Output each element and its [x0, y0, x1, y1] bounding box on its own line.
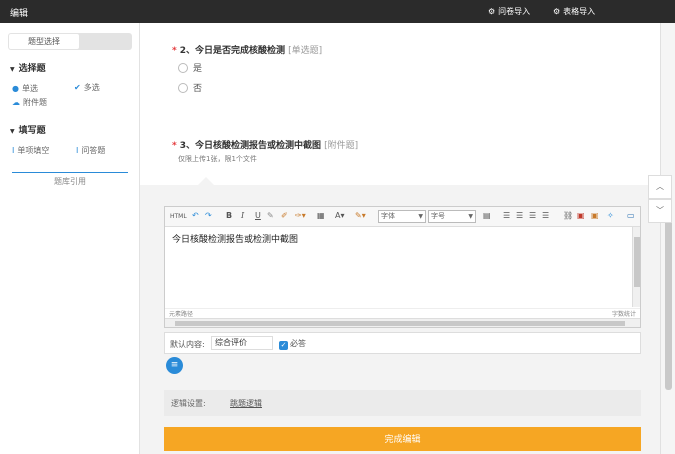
dropdown-arrow-icon: ▼ — [418, 213, 423, 220]
import-question-button[interactable]: ⚙ 问卷导入 — [488, 6, 530, 17]
align-right-icon[interactable]: ☰ — [529, 211, 536, 220]
chevron-down-icon: ﹀ — [656, 206, 664, 215]
scrollbar-thumb[interactable] — [634, 237, 640, 287]
attachment-icon[interactable]: ✧ — [607, 211, 614, 220]
database-icon[interactable]: ≡ — [166, 357, 183, 374]
eraser-icon[interactable]: ✎ — [267, 211, 274, 220]
question-type-label: [单选题] — [288, 46, 323, 56]
html-source-icon[interactable]: HTML — [170, 213, 187, 220]
redo-icon[interactable]: ↷ — [205, 211, 212, 220]
option-no[interactable]: 否 — [178, 81, 202, 94]
top-bar: 编辑 ⚙ 问卷导入 ⚙ 表格导入 — [0, 0, 675, 23]
paragraph-icon[interactable]: ▤ — [483, 211, 491, 220]
sidebar-tabs: 题型选择 — [8, 33, 132, 50]
sidebar-divider — [12, 172, 128, 173]
radio-dot-icon: ● — [12, 84, 19, 93]
question-3-note: 仅限上传1张，限1个文件 — [178, 155, 257, 163]
sidebar-item-single[interactable]: ● 单选 — [12, 83, 38, 94]
italic-icon[interactable]: I — [241, 211, 244, 220]
editor-horizontal-scrollbar[interactable] — [165, 318, 640, 327]
editor-toolbar: HTML ↶ ↷ B I U ✎ ✐ ✑▾ ▦ A▾ ✎▾ 字体 ▼ 字号 ▼ ▤ — [165, 207, 640, 227]
sidebar: 题型选择 ▼ 选择题 ● 单选 ✔ 多选 ☁ 附件题 ▼ 填写题 I 单项填空 I 问答题 题… — [0, 23, 140, 454]
section-choice-title[interactable]: ▼ 选择题 — [10, 61, 46, 74]
edit-panel: HTML ↶ ↷ B I U ✎ ✐ ✑▾ ▦ A▾ ✎▾ 字体 ▼ 字号 ▼ ▤ — [140, 185, 660, 454]
required-mark: * — [172, 46, 177, 56]
sidebar-item-multiple[interactable]: ✔ 多选 — [74, 82, 100, 93]
chevron-up-icon: ︿ — [656, 182, 664, 191]
survey-editor: * 2、今日是否完成核酸检测 [单选题] 是 否 * 3、今日核酸检测报告或检测中截… — [140, 23, 660, 454]
option-yes[interactable]: 是 — [178, 61, 202, 74]
scroll-up-button[interactable]: ︿ — [648, 175, 672, 199]
tab-question-types[interactable]: 题型选择 — [9, 34, 79, 49]
editor-content[interactable]: 今日核酸检测报告或检测中截图 — [172, 232, 298, 245]
sidebar-item-qa[interactable]: I 问答题 — [76, 145, 105, 156]
bold-icon[interactable]: B — [226, 211, 232, 220]
clear-doc-icon[interactable]: ▦ — [317, 211, 325, 220]
app-title: 编辑 — [10, 9, 29, 19]
skip-logic-link[interactable]: 跳题逻辑 — [230, 398, 262, 409]
scrollbar-thumb[interactable] — [665, 220, 672, 390]
caret-down-icon: ▼ — [10, 128, 15, 135]
caret-down-icon: ▼ — [10, 66, 15, 73]
highlight-icon[interactable]: ✎▾ — [355, 211, 366, 220]
font-family-select[interactable]: 字体 ▼ — [378, 210, 426, 223]
question-bank-link[interactable]: 题库引用 — [12, 176, 128, 187]
sidebar-item-fill-blank[interactable]: I 单项填空 — [12, 145, 49, 156]
panel-pointer — [198, 177, 214, 185]
font-color-icon[interactable]: A▾ — [335, 211, 345, 220]
editor-statusbar: 元素路径 字数统计 — [165, 308, 640, 318]
rich-text-editor: HTML ↶ ↷ B I U ✎ ✐ ✑▾ ▦ A▾ ✎▾ 字体 ▼ 字号 ▼ ▤ — [164, 206, 641, 328]
question-2-title[interactable]: * 2、今日是否完成核酸检测 [单选题] — [172, 43, 322, 56]
text-cursor-icon: I — [76, 146, 79, 155]
section-fill-title[interactable]: ▼ 填写题 — [10, 123, 46, 136]
link-icon[interactable]: ⛓ — [563, 211, 573, 220]
question-3-title[interactable]: * 3、今日核酸检测报告或检测中截图 [附件题] — [172, 138, 358, 151]
finish-edit-button[interactable]: 完成编辑 — [164, 427, 641, 451]
align-left-icon[interactable]: ☰ — [503, 211, 510, 220]
required-checkbox[interactable]: ✓ 必答 — [279, 338, 306, 350]
dropdown-arrow-icon: ▼ — [468, 213, 473, 220]
scrollbar-thumb[interactable] — [175, 321, 625, 326]
question-type-label: [附件题] — [324, 141, 359, 151]
align-center-icon[interactable]: ☰ — [516, 211, 523, 220]
gear-icon: ⚙ — [553, 7, 561, 16]
image-icon[interactable]: ▣ — [577, 211, 585, 220]
preview-icon[interactable]: ▭ — [627, 211, 635, 220]
underline-icon[interactable]: U — [255, 211, 261, 220]
editor-vertical-scrollbar[interactable] — [632, 227, 640, 307]
sidebar-item-attachment[interactable]: ☁ 附件题 — [12, 97, 47, 108]
import-table-button[interactable]: ⚙ 表格导入 — [553, 6, 595, 17]
logic-settings-row: 逻辑设置: 跳题逻辑 — [164, 390, 641, 416]
default-content-label: 默认内容: — [170, 340, 205, 349]
align-justify-icon[interactable]: ☰ — [542, 211, 549, 220]
default-content-input[interactable]: 综合评价 — [211, 336, 273, 350]
check-icon: ✔ — [74, 83, 81, 92]
default-content-row: 默认内容: 综合评价 ✓ 必答 — [164, 332, 641, 354]
page-scrollbar[interactable] — [660, 23, 675, 454]
undo-icon[interactable]: ↶ — [192, 211, 199, 220]
auto-format-icon[interactable]: ✑▾ — [295, 211, 306, 220]
font-size-select[interactable]: 字号 ▼ — [428, 210, 476, 223]
radio-button[interactable] — [178, 63, 188, 73]
cloud-upload-icon: ☁ — [12, 98, 20, 107]
required-mark: * — [172, 141, 177, 151]
format-brush-icon[interactable]: ✐ — [281, 211, 288, 220]
text-cursor-icon: I — [12, 146, 15, 155]
scroll-down-button[interactable]: ﹀ — [648, 199, 672, 223]
gear-icon: ⚙ — [488, 7, 496, 16]
radio-button[interactable] — [178, 83, 188, 93]
logic-label: 逻辑设置: — [171, 399, 206, 408]
media-icon[interactable]: ▣ — [591, 211, 599, 220]
checkbox-checked-icon[interactable]: ✓ — [279, 341, 288, 350]
